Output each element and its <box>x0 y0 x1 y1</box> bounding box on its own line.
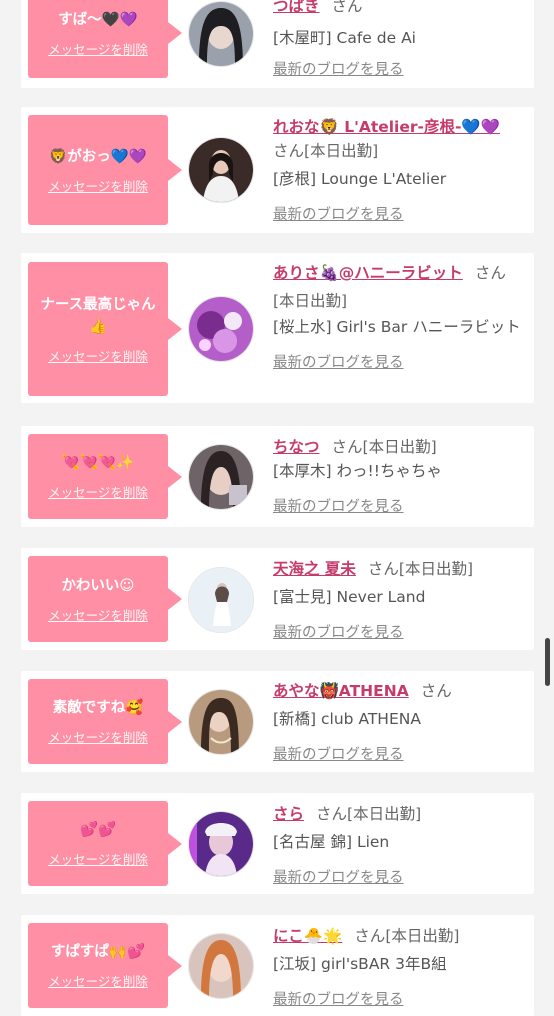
message-text: 💕💕 <box>79 822 117 838</box>
shift-status: [本日出勤] <box>304 142 379 160</box>
latest-blog-link[interactable]: 最新のブログを見る <box>273 743 528 767</box>
cast-name-link[interactable]: さら <box>273 805 304 823</box>
latest-blog-link[interactable]: 最新のブログを見る <box>273 988 528 1012</box>
shift-status: [本日出勤] <box>362 438 437 456</box>
avatar[interactable] <box>188 296 254 362</box>
message-text: 💘💘💘✨ <box>61 455 135 471</box>
avatar[interactable] <box>188 933 254 999</box>
message-text: すぱすぱ🙌💕 <box>50 944 146 960</box>
delete-message-link[interactable]: メッセージを削除 <box>48 605 148 624</box>
cast-info: れおな🦁 L'Atelier-彦根-💙💜 さん[本日出勤] [彦根] Loung… <box>273 115 528 227</box>
cast-info: ちなつ さん[本日出勤] [本厚木] わっ!!ちゃちゃ 最新のブログを見る <box>273 435 528 519</box>
avatar[interactable] <box>188 689 254 755</box>
cast-info: にこ🐣🌟 さん[本日出勤] [江坂] girl'sBAR 3年B組 最新のブログを… <box>273 924 528 1012</box>
message-bubble: すぱすぱ🙌💕 メッセージを削除 <box>28 923 182 1008</box>
message-card: 💕💕 メッセージを削除 さら さん[本日出勤] [名古屋 錦] Lien 最新のブ… <box>21 793 534 894</box>
shop-name: [木屋町] Cafe de Ai <box>273 29 416 47</box>
delete-message-link[interactable]: メッセージを削除 <box>48 176 148 195</box>
message-text: すば〜🖤💜 <box>58 11 138 28</box>
shift-status: [本日出勤] <box>385 927 460 945</box>
latest-blog-link[interactable]: 最新のブログを見る <box>273 621 528 645</box>
san-suffix: さん <box>420 682 452 700</box>
cast-info: ありさ🍇@ハニーラビット さん [本日出勤] [桜上水] Girl's Bar ハ… <box>273 261 528 375</box>
latest-blog-link[interactable]: 最新のブログを見る <box>273 866 528 890</box>
cast-name-link[interactable]: ありさ🍇@ハニーラビット <box>273 264 463 282</box>
message-bubble: すば〜🖤💜 メッセージを削除 <box>28 0 182 78</box>
message-text: ナース最高じゃん👍 <box>40 296 156 335</box>
delete-message-link[interactable]: メッセージを削除 <box>48 346 148 365</box>
san-suffix: さん <box>331 0 363 15</box>
delete-message-link[interactable]: メッセージを削除 <box>48 39 148 58</box>
avatar[interactable] <box>188 1 254 67</box>
message-card: 💘💘💘✨ メッセージを削除 ちなつ さん[本日出勤] [本厚木] わっ!!ちゃちゃ… <box>21 426 534 527</box>
message-card: ナース最高じゃん👍 メッセージを削除 ありさ🍇@ハニーラビット さん [本日出勤]… <box>21 253 534 403</box>
shop-name: [富士見] Never Land <box>273 588 426 606</box>
message-bubble: 素敵ですね🥰 メッセージを削除 <box>28 679 182 764</box>
cast-info: 天海之 夏未 さん[本日出勤] [富士見] Never Land 最新のブログを見… <box>273 557 528 645</box>
cast-name-link[interactable]: つばき <box>273 0 320 15</box>
message-text: 素敵ですね🥰 <box>52 700 144 716</box>
latest-blog-link[interactable]: 最新のブログを見る <box>273 58 528 82</box>
message-bubble: 💘💘💘✨ メッセージを削除 <box>28 434 182 519</box>
shop-name: [彦根] Lounge L'Atelier <box>273 170 447 188</box>
message-card: 🦁がおっ💙💜 メッセージを削除 れおな🦁 L'Atelier-彦根-💙💜 さん[… <box>21 107 534 233</box>
delete-message-link[interactable]: メッセージを削除 <box>48 971 148 990</box>
avatar[interactable] <box>188 444 254 510</box>
latest-blog-link[interactable]: 最新のブログを見る <box>273 351 528 375</box>
delete-message-link[interactable]: メッセージを削除 <box>48 482 148 501</box>
shift-status: [本日出勤] <box>347 805 422 823</box>
shop-name: [名古屋 錦] Lien <box>273 833 390 851</box>
cast-name-link[interactable]: ちなつ <box>273 438 320 456</box>
san-suffix: さん <box>316 805 348 823</box>
avatar[interactable] <box>188 567 254 633</box>
cast-name-link[interactable]: あやな👹ATHENA <box>273 682 409 700</box>
message-card: かわいい☺ メッセージを削除 天海之 夏未 さん[本日出勤] [富士見] Neve… <box>21 548 534 650</box>
cast-name-link[interactable]: 天海之 夏未 <box>273 560 356 578</box>
san-suffix: さん <box>331 438 363 456</box>
shop-name: [桜上水] Girl's Bar ハニーラビット <box>273 318 521 336</box>
san-suffix: さん <box>474 264 506 282</box>
message-feed: すば〜🖤💜 メッセージを削除 つばき さん [木屋町] Cafe de Ai 最新… <box>0 0 554 1016</box>
delete-message-link[interactable]: メッセージを削除 <box>48 849 148 868</box>
cast-info: あやな👹ATHENA さん [新橋] club ATHENA 最新のブログを見る <box>273 679 528 767</box>
cast-info: つばき さん [木屋町] Cafe de Ai 最新のブログを見る <box>273 0 528 82</box>
avatar[interactable] <box>188 811 254 877</box>
shop-name: [江坂] girl'sBAR 3年B組 <box>273 955 447 973</box>
shop-name: [本厚木] わっ!!ちゃちゃ <box>273 462 442 480</box>
shift-status: [本日出勤] <box>273 292 348 310</box>
message-card: 素敵ですね🥰 メッセージを削除 あやな👹ATHENA さん [新橋] club A… <box>21 671 534 772</box>
latest-blog-link[interactable]: 最新のブログを見る <box>273 203 528 227</box>
cast-name-link[interactable]: にこ🐣🌟 <box>273 927 342 945</box>
delete-message-link[interactable]: メッセージを削除 <box>48 727 148 746</box>
message-text: かわいい☺ <box>61 577 135 594</box>
message-card: すぱすぱ🙌💕 メッセージを削除 にこ🐣🌟 さん[本日出勤] [江坂] girl's… <box>21 915 534 1016</box>
message-bubble: 💕💕 メッセージを削除 <box>28 801 182 886</box>
message-text: 🦁がおっ💙💜 <box>49 148 147 165</box>
latest-blog-link[interactable]: 最新のブログを見る <box>273 495 528 519</box>
message-card: すば〜🖤💜 メッセージを削除 つばき さん [木屋町] Cafe de Ai 最新… <box>21 0 534 88</box>
shop-name: [新橋] club ATHENA <box>273 710 421 728</box>
avatar[interactable] <box>188 137 254 203</box>
message-bubble: かわいい☺ メッセージを削除 <box>28 556 182 642</box>
message-bubble: 🦁がおっ💙💜 メッセージを削除 <box>28 115 182 225</box>
san-suffix: さん <box>367 560 399 578</box>
message-bubble: ナース最高じゃん👍 メッセージを削除 <box>28 262 182 396</box>
cast-name-link[interactable]: れおな🦁 L'Atelier-彦根-💙💜 <box>273 118 500 136</box>
cast-info: さら さん[本日出勤] [名古屋 錦] Lien 最新のブログを見る <box>273 802 528 890</box>
san-suffix: さん <box>273 142 305 160</box>
scrollbar[interactable] <box>545 638 550 686</box>
san-suffix: さん <box>354 927 386 945</box>
shift-status: [本日出勤] <box>398 560 474 578</box>
